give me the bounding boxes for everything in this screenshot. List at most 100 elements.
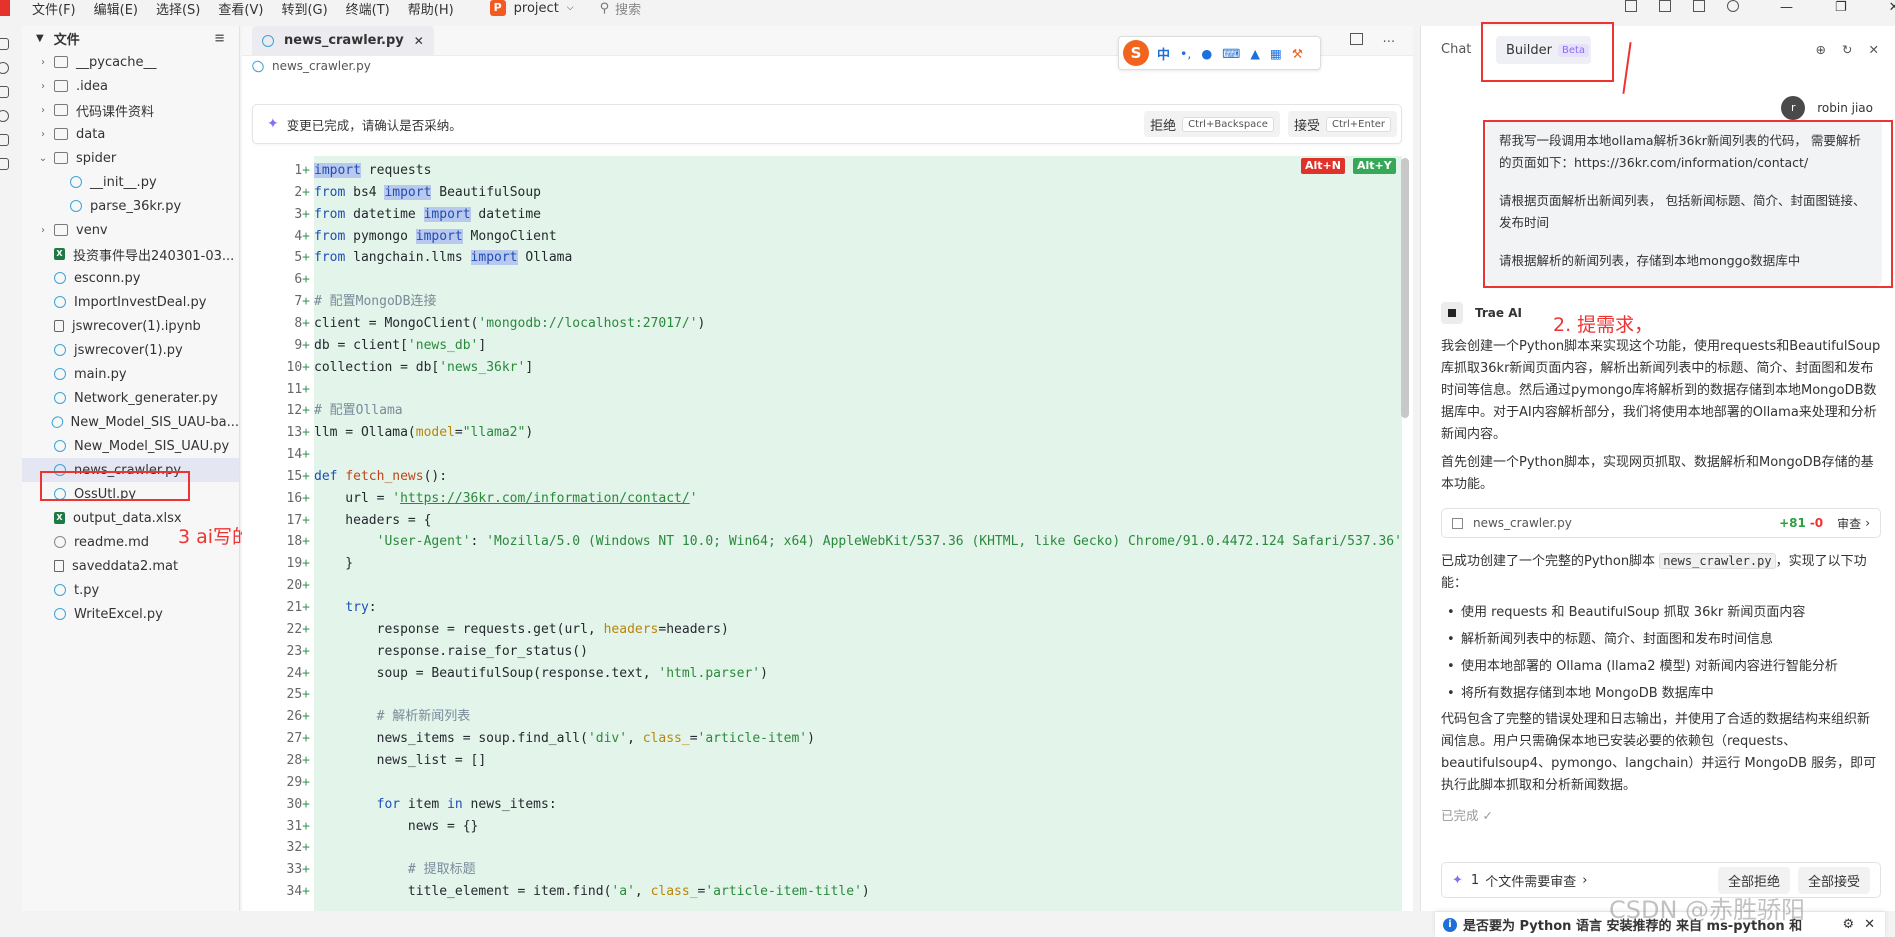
minimize-icon[interactable]: — bbox=[1780, 0, 1793, 15]
menu-help[interactable]: 帮助(H) bbox=[408, 0, 454, 18]
menu-file[interactable]: 文件(F) bbox=[32, 0, 76, 18]
code-token: soup = BeautifulSoup(response.text, bbox=[314, 665, 659, 681]
close-tab-icon[interactable]: ✕ bbox=[414, 34, 424, 48]
source-control-icon[interactable] bbox=[0, 86, 9, 98]
feature-item: 使用 requests 和 BeautifulSoup 抓取 36kr 新闻页面… bbox=[1441, 599, 1881, 626]
line-number: 30+ bbox=[286, 796, 310, 812]
tree-folder[interactable]: › venv bbox=[22, 218, 239, 242]
layout-bottom-icon[interactable] bbox=[1659, 0, 1671, 12]
annotation-box-request bbox=[1483, 120, 1893, 288]
tree-file[interactable]: parse_36kr.py bbox=[22, 194, 239, 218]
annotation-request: 2. 提需求， bbox=[1553, 314, 1654, 336]
tree-file[interactable]: WriteExcel.py bbox=[22, 602, 239, 626]
search-box[interactable]: 搜索 bbox=[615, 0, 641, 18]
reject-button[interactable]: 拒绝 Ctrl+Backspace bbox=[1144, 111, 1280, 137]
new-chat-icon[interactable]: ⊕ bbox=[1816, 42, 1826, 57]
explorer-header[interactable]: ▼ 文件 ≡ bbox=[22, 26, 239, 50]
ime-punct-icon[interactable]: •, bbox=[1180, 46, 1191, 61]
tab-chat[interactable]: Chat bbox=[1441, 42, 1471, 57]
tree-file[interactable]: main.py bbox=[22, 362, 239, 386]
ime-keyboard-icon[interactable]: ⌨ bbox=[1222, 46, 1240, 61]
accept-all-button[interactable]: 全部接受 bbox=[1797, 866, 1870, 894]
code-token: ) bbox=[525, 425, 534, 441]
code-token: class_ bbox=[650, 884, 698, 900]
history-icon[interactable]: ↻ bbox=[1842, 42, 1852, 57]
editor-scrollbar[interactable] bbox=[1401, 158, 1409, 418]
menu-terminal[interactable]: 终端(T) bbox=[346, 0, 390, 18]
tree-file[interactable]: X 投资事件导出240301-03... bbox=[22, 242, 239, 266]
close-notification-icon[interactable]: ✕ bbox=[1864, 917, 1875, 932]
menu-edit[interactable]: 编辑(E) bbox=[94, 0, 138, 18]
tree-item-label: __pycache__ bbox=[76, 54, 157, 70]
restore-icon[interactable]: ❐ bbox=[1835, 0, 1847, 15]
debug-icon[interactable] bbox=[0, 110, 9, 122]
code-token: pymongo bbox=[345, 228, 416, 244]
notebook-file-icon bbox=[54, 320, 64, 332]
tree-file[interactable]: t.py bbox=[22, 578, 239, 602]
collapse-icon[interactable]: ≡ bbox=[214, 31, 225, 46]
ime-tool-icon[interactable]: ⚒ bbox=[1292, 46, 1303, 61]
tree-file[interactable]: New_Model_SIS_UAU.py bbox=[22, 434, 239, 458]
ime-chinese-icon[interactable]: 中 bbox=[1157, 44, 1170, 63]
run-icon[interactable] bbox=[0, 134, 9, 146]
tree-folder[interactable]: › 代码课件资料 bbox=[22, 98, 239, 122]
excel-file-icon: X bbox=[54, 248, 65, 260]
review-link[interactable]: 审查 bbox=[1837, 515, 1861, 532]
account-icon[interactable] bbox=[1727, 0, 1739, 12]
close-panel-icon[interactable]: ✕ bbox=[1869, 42, 1879, 57]
menu-goto[interactable]: 转到(G) bbox=[281, 0, 327, 18]
file-change-card[interactable]: news_crawler.py +81 -0 审查 › bbox=[1441, 508, 1881, 538]
tree-file[interactable]: jswrecover(1).ipynb bbox=[22, 314, 239, 338]
code-token: import bbox=[314, 163, 361, 178]
more-icon[interactable]: ⋯ bbox=[1383, 33, 1396, 48]
search-icon[interactable] bbox=[0, 62, 9, 74]
review-summary-text[interactable]: 个文件需要审查 bbox=[1485, 871, 1576, 890]
code-area[interactable]: 1+ import requests 2+ from bs4 import Beaut… bbox=[252, 156, 1402, 911]
info-icon: i bbox=[1443, 917, 1457, 932]
feature-list: 使用 requests 和 BeautifulSoup 抓取 36kr 新闻页面… bbox=[1441, 599, 1881, 707]
tree-item-label: New_Model_SIS_UAU.py bbox=[74, 438, 230, 454]
close-icon[interactable]: ✕ bbox=[1889, 0, 1895, 15]
tree-file[interactable]: New_Model_SIS_UAU-ba... bbox=[22, 410, 239, 434]
tree-file[interactable]: Network_generater.py bbox=[22, 386, 239, 410]
tree-folder[interactable]: › .idea bbox=[22, 74, 239, 98]
tree-file[interactable]: esconn.py bbox=[22, 266, 239, 290]
tree-folder[interactable]: › __pycache__ bbox=[22, 50, 239, 74]
code-token: 'div' bbox=[587, 731, 628, 747]
ime-grid-icon[interactable]: ▦ bbox=[1270, 46, 1282, 61]
menu-select[interactable]: 选择(S) bbox=[156, 0, 200, 18]
layout-right-icon[interactable] bbox=[1693, 0, 1705, 12]
alt-y-badge[interactable]: Alt+Y bbox=[1353, 158, 1396, 174]
split-editor-icon[interactable] bbox=[1349, 33, 1363, 45]
code-token: langchain.llms bbox=[345, 250, 471, 266]
line-number: 1+ bbox=[294, 163, 310, 178]
layout-left-icon[interactable] bbox=[1625, 0, 1637, 12]
user-name: robin jiao bbox=[1817, 101, 1873, 115]
tree-file[interactable]: jswrecover(1).py bbox=[22, 338, 239, 362]
breadcrumb-file[interactable]: news_crawler.py bbox=[272, 59, 371, 73]
ime-skin-icon[interactable]: ▲ bbox=[1250, 46, 1260, 61]
tree-file[interactable]: __init__.py bbox=[22, 170, 239, 194]
line-number: 27+ bbox=[286, 731, 310, 747]
tree-item-label: Network_generater.py bbox=[74, 390, 218, 406]
explorer-icon[interactable] bbox=[0, 38, 9, 50]
code-line: import requests bbox=[314, 160, 431, 182]
tree-folder[interactable]: › data bbox=[22, 122, 239, 146]
accept-button[interactable]: 接受 Ctrl+Enter bbox=[1287, 111, 1397, 137]
extensions-icon[interactable] bbox=[0, 158, 9, 170]
ime-mic-icon[interactable]: ● bbox=[1201, 46, 1212, 61]
alt-n-badge[interactable]: Alt+N bbox=[1301, 158, 1345, 174]
feature-item: 使用本地部署的 Ollama (llama2 模型) 对新闻内容进行智能分析 bbox=[1441, 653, 1881, 680]
settings-gear-icon[interactable]: ⚙ bbox=[1842, 917, 1854, 932]
search-icon: ⚲ bbox=[599, 0, 610, 16]
menu-view[interactable]: 查看(V) bbox=[218, 0, 263, 18]
tree-folder[interactable]: ⌄ spider bbox=[22, 146, 239, 170]
tree-file[interactable]: saveddata2.mat bbox=[22, 554, 239, 578]
diff-added-marker: + bbox=[302, 665, 310, 681]
tab-news-crawler[interactable]: news_crawler.py ✕ bbox=[252, 25, 434, 56]
code-line: llm = Ollama(model="llama2") bbox=[314, 422, 533, 444]
diff-added-marker: + bbox=[302, 687, 310, 703]
project-switcher[interactable]: P project ⌵ bbox=[489, 0, 574, 16]
tree-file[interactable]: ImportInvestDeal.py bbox=[22, 290, 239, 314]
